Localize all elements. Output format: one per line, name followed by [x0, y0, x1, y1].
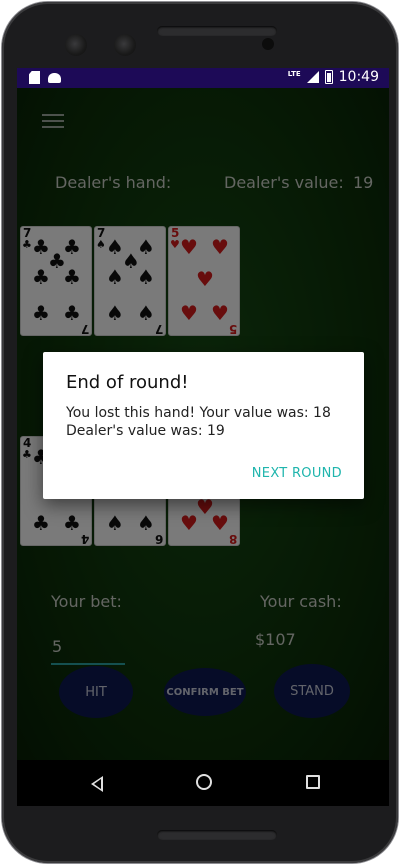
bottom-speaker	[157, 830, 277, 840]
status-bar: LTE 10:49	[17, 68, 389, 88]
clock: 10:49	[338, 69, 379, 85]
back-icon[interactable]	[91, 776, 103, 792]
proximity-sensor	[262, 38, 274, 50]
dialog-title: End of round!	[66, 372, 189, 393]
phone-frame: LTE 10:49 Dealer's hand: Dealer's value:…	[2, 2, 398, 863]
signal-icon	[306, 71, 319, 83]
front-sensor	[114, 34, 136, 56]
dialog-message: You lost this hand! Your value was: 18 D…	[66, 405, 331, 439]
sim-card-icon	[29, 71, 40, 84]
navigation-bar	[17, 760, 389, 806]
earpiece-speaker	[157, 26, 277, 36]
home-icon[interactable]	[196, 774, 212, 790]
end-of-round-dialog: End of round! You lost this hand! Your v…	[43, 352, 364, 499]
recent-apps-icon[interactable]	[306, 775, 320, 789]
screen: LTE 10:49 Dealer's hand: Dealer's value:…	[17, 68, 389, 806]
android-icon	[48, 73, 61, 83]
next-round-button[interactable]: NEXT ROUND	[252, 466, 342, 481]
battery-icon	[324, 70, 333, 84]
front-camera	[65, 34, 87, 56]
network-type: LTE	[287, 69, 301, 78]
